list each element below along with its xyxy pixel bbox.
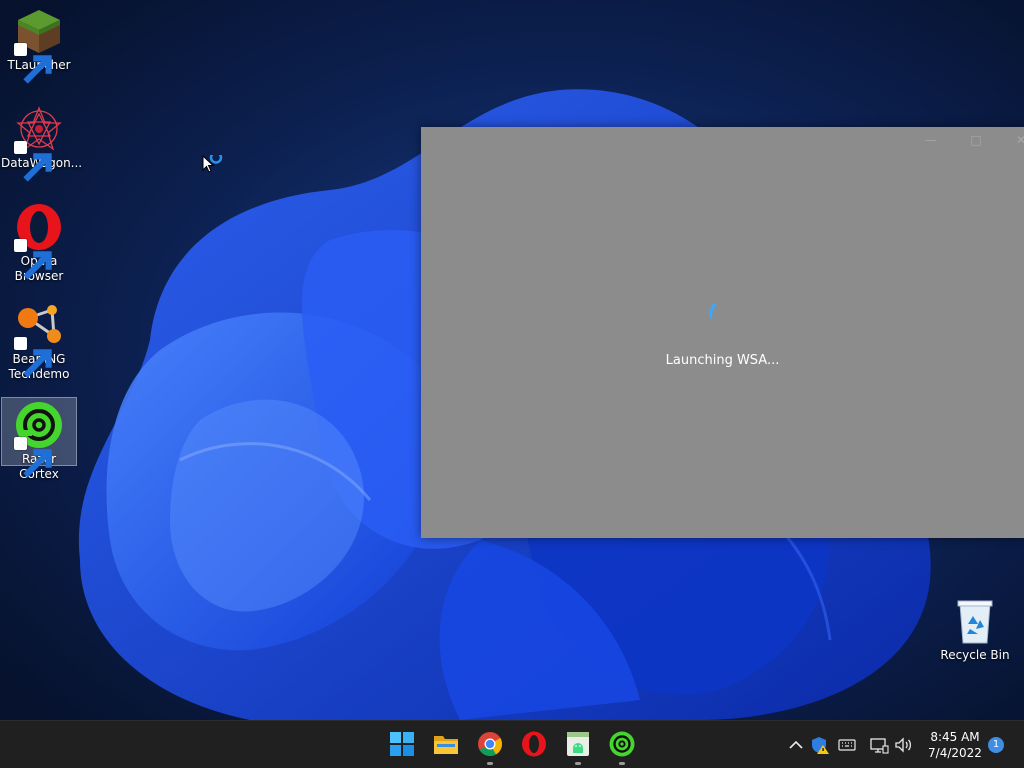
shortcut-arrow-icon [14,239,52,280]
launch-status-text: Launching WSA... [665,353,780,368]
running-indicator [487,762,493,765]
notification-badge[interactable]: 1 [988,737,1004,753]
recycle-bin-icon [957,600,993,644]
taskbar: 8:45 AM 7/4/2022 1 [0,720,1024,768]
volume-tray-button[interactable] [893,735,913,755]
shortcut-arrow-icon [14,437,52,478]
file-explorer-icon [434,736,458,754]
shortcut-arrow-icon [14,141,52,182]
loading-spinner-icon [709,303,717,319]
chevron-up-icon [789,740,803,749]
taskbar-chrome[interactable] [476,730,504,765]
keyboard-icon [838,739,856,751]
taskbar-razer-cortex[interactable] [608,730,636,765]
minimize-button[interactable]: — [916,133,946,151]
razer-cortex-icon [609,731,635,757]
wsa-launch-window[interactable]: — □ ✕ Launching WSA... [421,127,1024,538]
close-button[interactable]: ✕ [1006,133,1024,151]
desktop-icon-label: Recycle Bin [940,648,1010,662]
clock-button[interactable]: 8:45 AM 7/4/2022 [920,729,990,761]
desktop-icon-datawagon[interactable]: DataWagon... [1,104,82,182]
clock-time: 8:45 AM [930,730,980,744]
shield-warning-icon [812,737,829,754]
android-wsa-icon [567,732,589,756]
show-hidden-icons-button[interactable] [786,735,806,755]
desktop-icon-razer-cortex[interactable]: Razer Cortex [1,397,77,481]
taskbar-opera[interactable] [520,730,548,758]
running-indicator [575,762,581,765]
windows-start-icon [390,732,414,756]
security-tray-button[interactable] [810,735,830,755]
shortcut-arrow-icon [14,337,52,378]
taskbar-file-explorer[interactable] [432,730,460,758]
desktop-icon-recycle-bin[interactable]: Recycle Bin [937,596,1013,663]
busy-cursor-icon [202,155,223,173]
desktop-icon-beamng[interactable]: BeamNG Techdemo [1,300,77,382]
desktop-icon-tlauncher[interactable]: TLauncher [1,6,77,84]
network-tray-button[interactable] [869,735,889,755]
speaker-icon [895,737,912,753]
chrome-icon [478,732,503,757]
clock-date: 7/4/2022 [928,746,982,760]
running-indicator [619,762,625,765]
keyboard-tray-button[interactable] [837,735,857,755]
desktop-icon-opera[interactable]: Opera Browser [1,202,77,284]
network-icon [870,738,889,754]
opera-icon [522,731,546,757]
maximize-button[interactable]: □ [961,133,991,151]
taskbar-wsa[interactable] [564,730,592,765]
shortcut-arrow-icon [14,43,52,84]
taskbar-start-button[interactable] [388,730,416,758]
